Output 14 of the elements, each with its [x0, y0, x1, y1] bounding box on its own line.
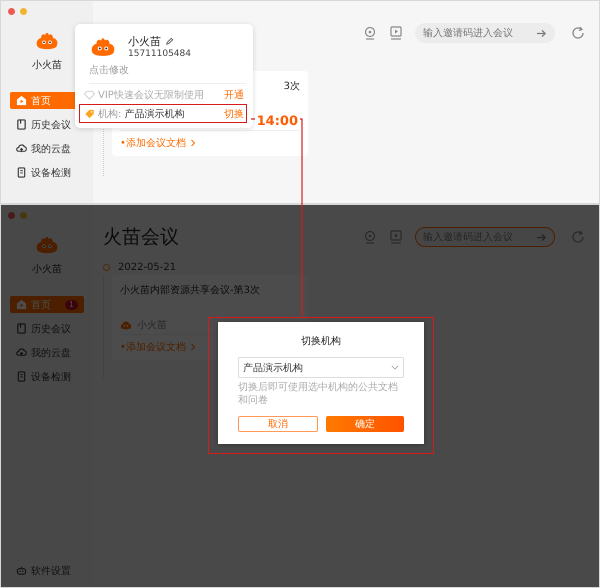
- user-name: 小火苗: [32, 262, 62, 276]
- dialog-title: 切换机构: [300, 334, 342, 348]
- organization-name: 产品演示机构: [124, 108, 184, 120]
- phone-number: 15711105484: [128, 49, 191, 59]
- meeting-title: 小火苗内部资源共享会议-第3次: [120, 284, 261, 297]
- organization-label: 机构:: [98, 108, 122, 120]
- profile-name: 小火苗: [128, 34, 161, 49]
- vip-text: VIP快速会议无限制使用: [98, 88, 204, 102]
- dialog-hint: 切换后即可使用选中机构的公共文档和问卷: [238, 381, 399, 407]
- user-name: 小火苗: [32, 58, 62, 72]
- meeting-date: 2022-05-21: [118, 262, 176, 272]
- meeting-title: 3次: [282, 80, 300, 93]
- meeting-time: 14:00: [254, 114, 300, 128]
- app-title: 火苗会议: [103, 225, 179, 250]
